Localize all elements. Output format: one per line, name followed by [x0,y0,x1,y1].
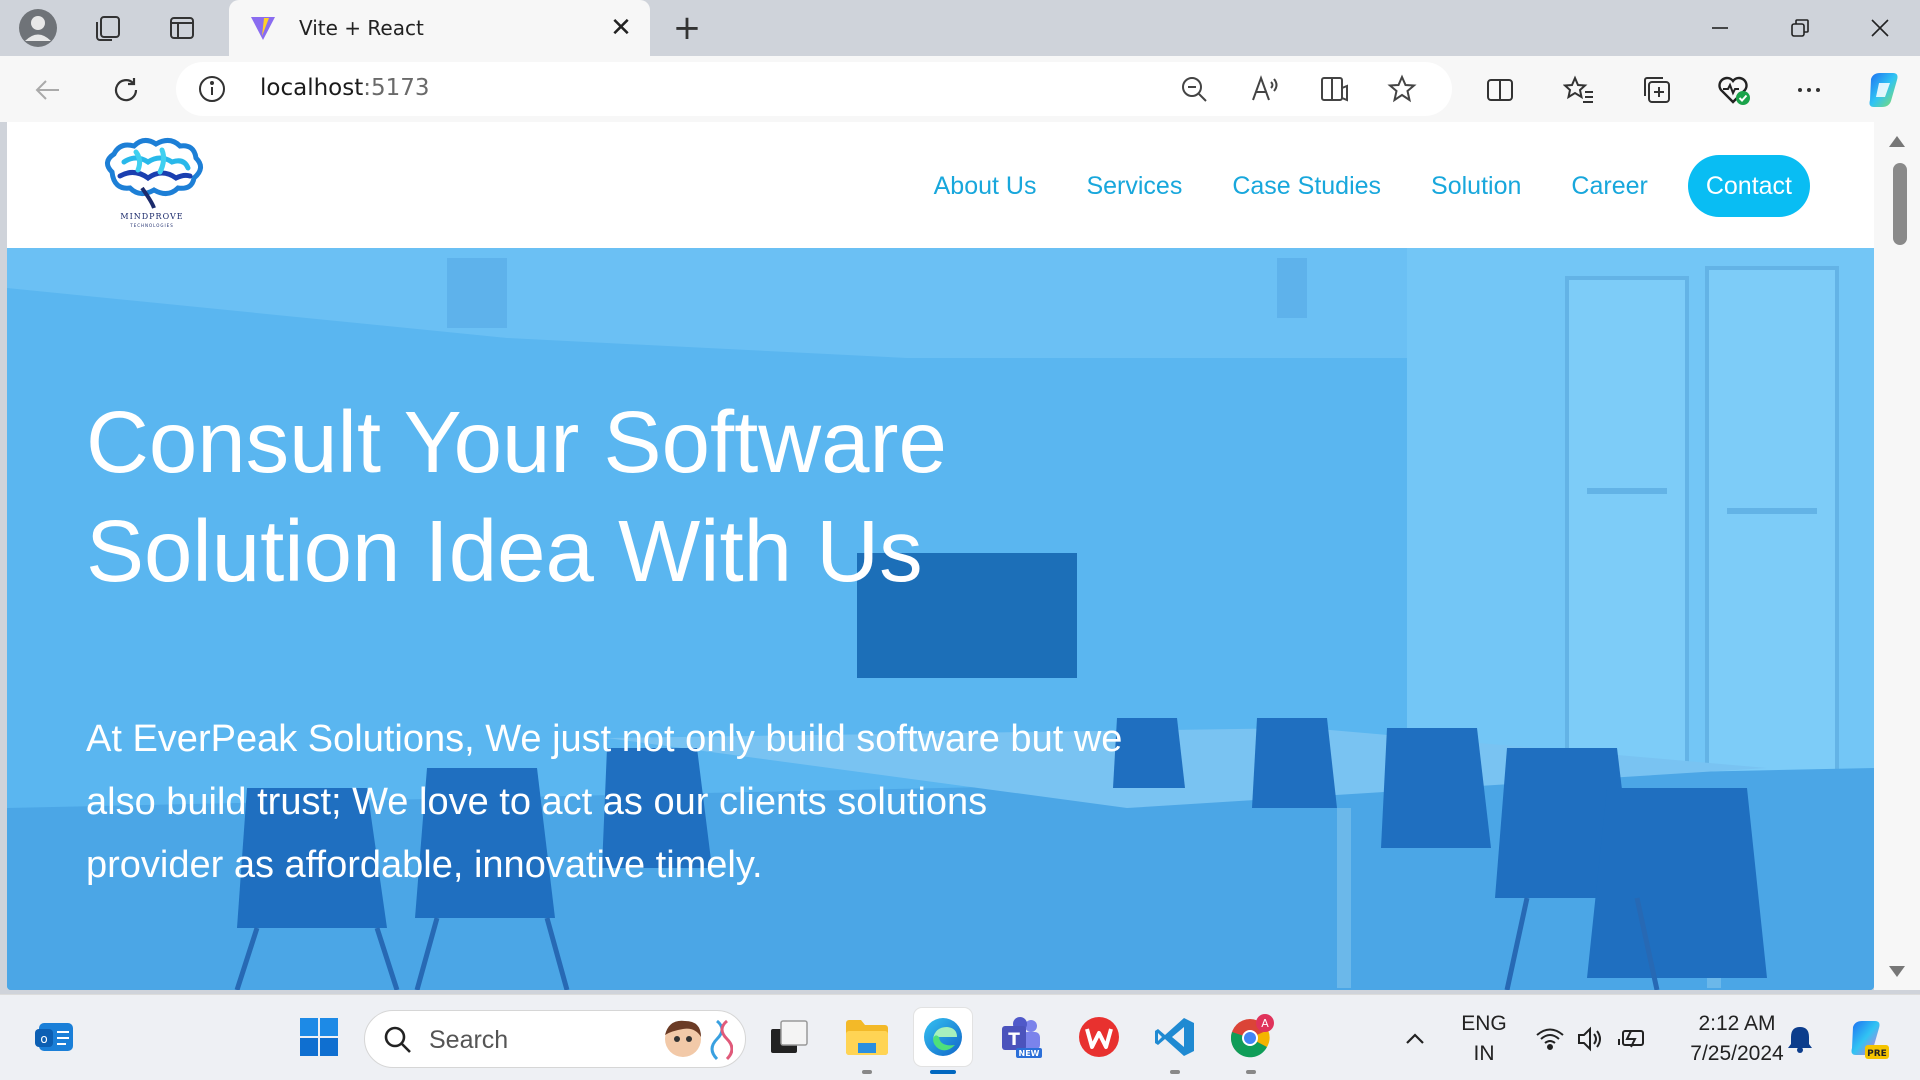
running-indicator [930,1070,956,1074]
split-screen-icon[interactable] [1478,68,1522,112]
hero-section: Consult Your Software Solution Idea With… [7,248,1874,990]
page-scrollbar[interactable] [1874,122,1920,990]
more-options-icon[interactable] [1787,68,1831,112]
back-icon[interactable] [26,68,70,112]
url-text[interactable]: localhost:5173 [260,75,430,101]
svg-text:T: T [1008,1030,1020,1050]
battery-charging-icon[interactable] [1606,1010,1660,1068]
notifications-bell-icon[interactable] [1772,1010,1828,1068]
running-indicator [1246,1070,1256,1074]
vscode-icon[interactable] [1146,1008,1204,1074]
language-indicator[interactable]: ENG IN [1456,1012,1512,1066]
tab-close-icon[interactable]: ✕ [604,11,638,45]
widgets-icon[interactable]: o [26,1008,84,1066]
browser-essentials-icon[interactable] [1712,68,1756,112]
nav-services[interactable]: Services [1086,172,1182,201]
vite-logo-icon [247,12,279,44]
svg-text:NEW: NEW [1019,1049,1040,1058]
nav-solution[interactable]: Solution [1431,172,1521,201]
tab-strip: Vite + React ✕ + [0,0,1920,56]
close-window-icon[interactable] [1852,4,1908,52]
svg-text:PRE: PRE [1867,1049,1887,1059]
search-icon [383,1025,413,1055]
hero-title: Consult Your Software Solution Idea With… [86,394,947,600]
logo-text: MINDPROVE [120,212,184,221]
favorites-icon[interactable] [1557,68,1601,112]
nav-career[interactable]: Career [1571,172,1647,201]
main-nav: About Us Services Case Studies Solution … [934,155,1810,217]
hero-description: At EverPeak Solutions, We just not only … [86,718,1123,886]
edge-taskbar-icon[interactable] [914,1008,972,1074]
refresh-icon[interactable] [104,68,148,112]
copilot-taskbar-icon[interactable]: PRE [1838,1010,1896,1068]
scroll-up-arrow[interactable] [1889,136,1905,147]
brain-logo-icon [105,138,203,209]
wps-office-icon[interactable] [1070,1008,1128,1066]
start-windows-icon[interactable] [290,1008,348,1066]
collections-icon[interactable] [1635,68,1679,112]
tab-title: Vite + React [299,16,424,40]
svg-text:o: o [40,1032,47,1046]
nav-about-us[interactable]: About Us [934,172,1037,201]
teams-icon[interactable]: T NEW [992,1008,1050,1066]
restore-icon[interactable] [1772,4,1828,52]
svg-text:A: A [1261,1017,1269,1030]
file-explorer-icon[interactable] [838,1008,896,1074]
profile-icon[interactable] [18,8,58,48]
address-bar[interactable]: localhost:5173 [176,62,1452,116]
scroll-down-arrow[interactable] [1889,966,1905,977]
contact-button[interactable]: Contact [1687,155,1810,217]
web-page: MINDPROVE TECHNOLOGIES About Us Services… [7,122,1874,990]
workspaces-icon[interactable] [88,8,128,48]
task-view-icon[interactable] [760,1008,818,1066]
browser-tab[interactable]: Vite + React ✕ [229,0,650,56]
logo-subtext: TECHNOLOGIES [130,223,174,228]
zoom-out-icon[interactable] [1176,71,1212,107]
nav-case-studies[interactable]: Case Studies [1232,172,1381,201]
running-indicator [862,1070,872,1074]
site-info-icon[interactable] [196,73,228,105]
scrollbar-thumb[interactable] [1893,163,1907,245]
chrome-icon[interactable]: A [1222,1008,1280,1074]
new-tab-button[interactable]: + [667,8,707,48]
running-indicator [1170,1070,1180,1074]
site-header: MINDPROVE TECHNOLOGIES About Us Services… [7,122,1874,248]
minimize-icon[interactable] [1692,4,1748,52]
show-hidden-icons-chevron-icon[interactable] [1390,1010,1440,1068]
site-logo[interactable]: MINDPROVE TECHNOLOGIES [92,132,212,232]
favorite-star-icon[interactable] [1384,71,1420,107]
read-aloud-icon[interactable] [1246,71,1282,107]
vertical-tabs-icon[interactable] [162,8,202,48]
search-highlight-illustration-icon [665,1019,733,1061]
search-label: Search [429,1026,509,1054]
immersive-reader-icon[interactable] [1316,71,1352,107]
taskbar-search[interactable]: Search [364,1010,746,1068]
copilot-icon[interactable] [1860,66,1908,114]
